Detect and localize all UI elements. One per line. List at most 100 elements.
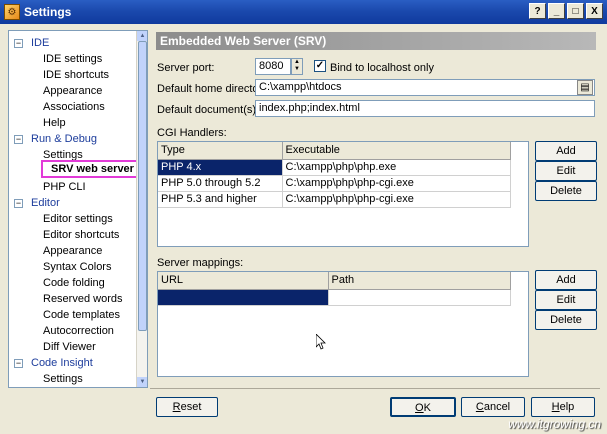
tree-category[interactable]: − Editor (9, 195, 137, 211)
collapse-icon[interactable]: − (14, 199, 23, 208)
mapping-path-cell[interactable] (328, 289, 511, 306)
tree-item[interactable]: Reserved words (9, 291, 137, 307)
mapping-url-cell[interactable] (158, 289, 329, 306)
cgi-type-header[interactable]: Type (158, 142, 283, 160)
minimize-button[interactable]: _ (548, 3, 565, 19)
tree-item[interactable]: Code templates (9, 307, 137, 323)
close-button[interactable]: X (586, 3, 603, 19)
mapping-edit-button[interactable]: Edit (535, 290, 597, 310)
cancel-button[interactable]: Cancel (461, 397, 525, 417)
settings-tree[interactable]: − IDE IDE settings IDE shortcuts Appearance A… (8, 30, 148, 388)
home-dir-label: Default home directory (157, 83, 268, 95)
tree-category-label: Run & Debug (31, 133, 98, 145)
tree-item-label: Editor settings (43, 213, 113, 225)
tree-item-label: Reserved words (43, 293, 123, 305)
spin-down-icon[interactable]: ▼ (292, 66, 302, 73)
tree-item-label: Syntax Colors (43, 261, 112, 273)
mouse-pointer-icon (316, 334, 326, 350)
cgi-exe-cell[interactable]: C:\xampp\php\php-cgi.exe (282, 175, 511, 192)
help-title-button[interactable]: ? (529, 3, 546, 19)
default-doc-input[interactable]: index.php;index.html (255, 100, 595, 117)
settings-app-icon: ⚙ (4, 4, 20, 20)
tree-category-label: IDE (31, 37, 50, 49)
collapse-icon[interactable]: − (14, 39, 23, 48)
tree-scrollbar[interactable]: ▲ ▼ (136, 31, 147, 387)
tree-item-label: Help (43, 117, 66, 129)
cgi-handlers-label: CGI Handlers: (157, 127, 227, 139)
tree-item-label: Code folding (43, 277, 105, 289)
tree-item-label: Code templates (43, 309, 121, 321)
tree-item-label: Diff Viewer (43, 341, 96, 353)
tree-item[interactable]: Associations (9, 99, 137, 115)
maximize-button[interactable]: □ (567, 3, 584, 19)
collapse-icon[interactable]: − (14, 135, 23, 144)
table-row[interactable] (158, 289, 511, 306)
help-button[interactable]: Help (531, 397, 595, 417)
server-mappings-grid[interactable]: URL Path (157, 271, 529, 377)
tree-item[interactable]: Code folding (9, 275, 137, 291)
tree-category[interactable]: − IDE (9, 35, 137, 51)
server-port-input[interactable]: 8080 (255, 58, 291, 75)
cgi-delete-button[interactable]: Delete (535, 181, 597, 201)
reset-button[interactable]: Reset (156, 397, 218, 417)
title-bar: ⚙ Settings ? _ □ X (0, 0, 607, 24)
cgi-handlers-grid[interactable]: Type Executable PHP 4.x C:\xampp\php\php… (157, 141, 529, 247)
tree-item-label: IDE settings (43, 53, 103, 65)
tree-item[interactable]: Autocorrection (9, 323, 137, 339)
watermark-text: www.itgrowing.cn (508, 417, 601, 431)
bind-localhost-checkbox[interactable]: ✓ (314, 60, 326, 72)
tree-item-label: Editor shortcuts (43, 229, 120, 241)
tree-item-label: Settings (43, 373, 83, 385)
tree-item-label: Appearance (43, 85, 103, 97)
tree-category[interactable]: − Run & Debug (9, 131, 137, 147)
cgi-type-cell[interactable]: PHP 5.3 and higher (158, 191, 283, 208)
ok-button[interactable]: OK (390, 397, 456, 417)
tree-item[interactable]: Editor settings (9, 211, 137, 227)
cgi-add-button[interactable]: Add (535, 141, 597, 161)
tree-item[interactable]: Appearance (9, 83, 137, 99)
mapping-path-header[interactable]: Path (328, 272, 511, 290)
tree-item[interactable]: PHP CLI (9, 179, 137, 195)
cgi-edit-button[interactable]: Edit (535, 161, 597, 181)
scroll-up-icon[interactable]: ▲ (137, 31, 147, 41)
scroll-down-icon[interactable]: ▼ (137, 377, 147, 387)
spin-up-icon[interactable]: ▲ (292, 59, 302, 66)
tree-item-label: Appearance (43, 245, 103, 257)
tree-content: − IDE IDE settings IDE shortcuts Appearance A… (9, 31, 144, 387)
tree-item-label: SRV web server (41, 160, 144, 178)
tree-category-label: Editor (31, 197, 60, 209)
home-dir-input[interactable]: C:\xampp\htdocs (255, 79, 595, 96)
tree-item-label: Associations (43, 101, 105, 113)
tree-item[interactable]: Diff Viewer (9, 339, 137, 355)
tree-item[interactable]: IDE shortcuts (9, 67, 137, 83)
cgi-type-cell[interactable]: PHP 5.0 through 5.2 (158, 175, 283, 192)
mapping-add-button[interactable]: Add (535, 270, 597, 290)
tree-item[interactable]: SRV web server (9, 160, 144, 179)
tree-item[interactable]: Editor shortcuts (9, 227, 137, 243)
tree-item-label: IDE shortcuts (43, 69, 110, 81)
server-mappings-label: Server mappings: (157, 257, 244, 269)
tree-item[interactable]: Help (9, 115, 137, 131)
server-port-spinner[interactable]: ▲ ▼ (291, 58, 303, 75)
bind-localhost-label: Bind to localhost only (330, 62, 434, 74)
tree-category[interactable]: − Code Insight (9, 355, 137, 371)
cgi-type-cell[interactable]: PHP 4.x (158, 159, 283, 176)
folder-browse-icon[interactable]: ▤ (577, 80, 593, 95)
mapping-delete-button[interactable]: Delete (535, 310, 597, 330)
table-row[interactable]: PHP 4.x C:\xampp\php\php.exe (158, 159, 511, 176)
tree-item[interactable]: Settings (9, 371, 137, 387)
tree-item[interactable]: Syntax Colors (9, 259, 137, 275)
tree-item[interactable]: Appearance (9, 243, 137, 259)
scroll-thumb[interactable] (138, 41, 147, 331)
table-row[interactable]: PHP 5.3 and higher C:\xampp\php\php-cgi.… (158, 191, 511, 208)
tree-item-label: PHP CLI (43, 181, 86, 193)
table-row[interactable]: PHP 5.0 through 5.2 C:\xampp\php\php-cgi… (158, 175, 511, 192)
cgi-executable-header[interactable]: Executable (282, 142, 511, 160)
collapse-icon[interactable]: − (14, 359, 23, 368)
tree-item-label: Autocorrection (43, 325, 114, 337)
tree-item[interactable]: IDE settings (9, 51, 137, 67)
cgi-exe-cell[interactable]: C:\xampp\php\php.exe (282, 159, 511, 176)
mapping-url-header[interactable]: URL (158, 272, 329, 290)
default-doc-label: Default document(s): (157, 104, 260, 116)
cgi-exe-cell[interactable]: C:\xampp\php\php-cgi.exe (282, 191, 511, 208)
